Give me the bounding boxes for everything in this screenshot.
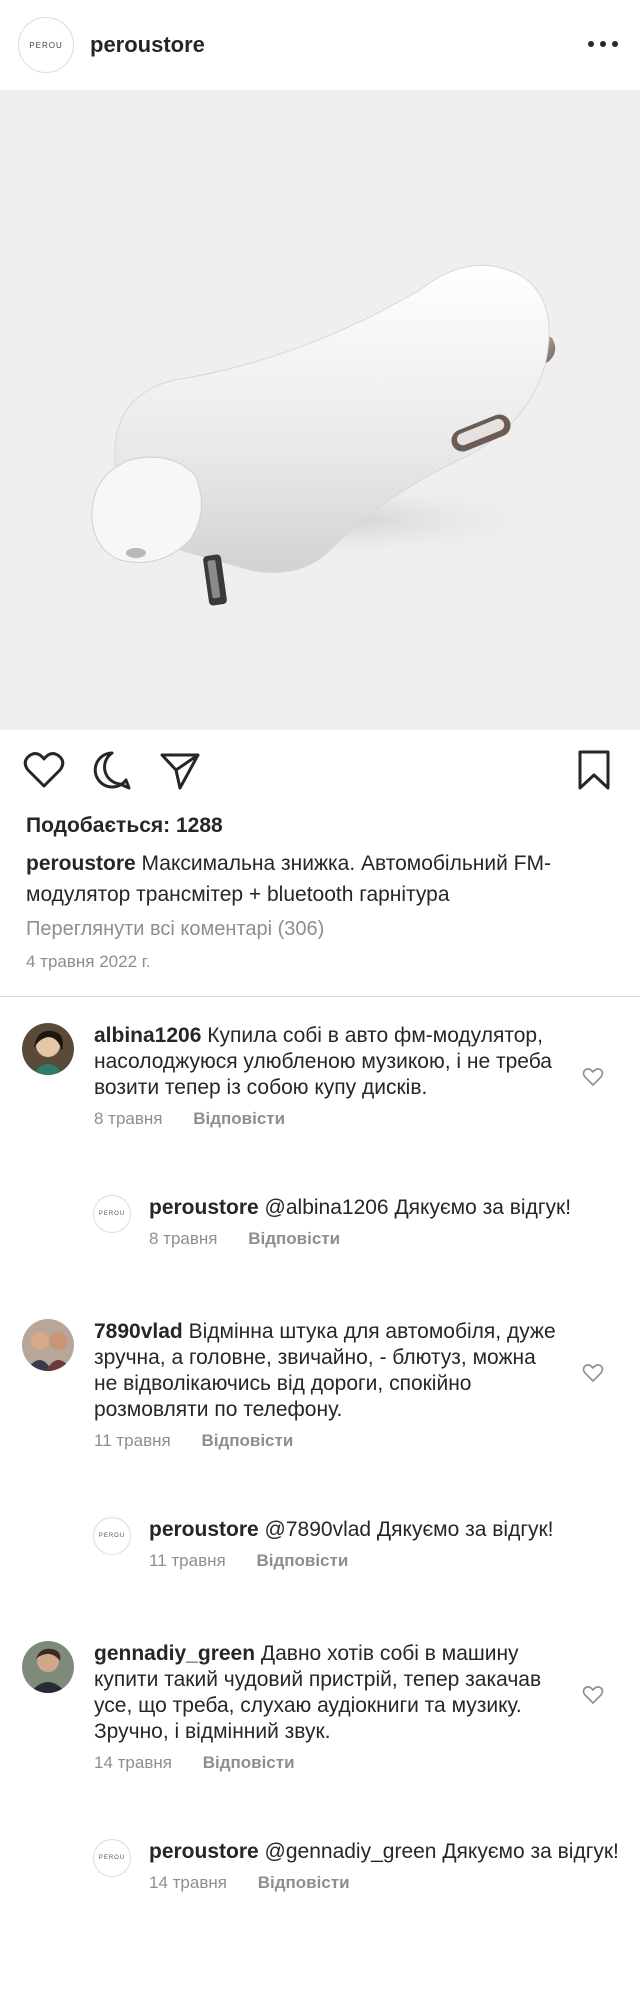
comment-text: gennadiy_green Давно хотів собі в машину… xyxy=(94,1641,564,1745)
avatar[interactable]: PEROU xyxy=(93,1839,131,1877)
comment-date: 14 травня xyxy=(94,1753,172,1772)
profile-avatar[interactable]: PEROU xyxy=(18,17,74,73)
comment-meta: 11 травня Відповісти xyxy=(94,1431,564,1451)
reply-item: PEROU peroustore @gennadiy_green Дякуємо… xyxy=(93,1839,640,1893)
likes-count[interactable]: Подобається: 1288 xyxy=(26,812,614,840)
comment-username[interactable]: 7890vlad xyxy=(94,1320,183,1343)
reply-button[interactable]: Відповісти xyxy=(248,1229,340,1248)
reply-button[interactable]: Відповісти xyxy=(193,1109,285,1128)
comment-text: 7890vlad Відмінна штука для автомобіля, … xyxy=(94,1319,564,1423)
comment-meta: 8 травня Відповісти xyxy=(94,1109,564,1129)
view-all-comments-link[interactable]: Переглянути всі коментарі (306) xyxy=(26,914,614,944)
reply-button[interactable]: Відповісти xyxy=(258,1873,350,1892)
comment-text: peroustore @7890vlad Дякуємо за відгук! xyxy=(149,1517,619,1543)
more-options-icon[interactable] xyxy=(588,34,618,54)
comment-item: 7890vlad Відмінна штука для автомобіля, … xyxy=(22,1319,640,1451)
avatar[interactable] xyxy=(22,1319,74,1371)
post-date: 4 травня 2022 г. xyxy=(26,952,151,971)
profile-username[interactable]: peroustore xyxy=(90,32,205,58)
comment-body: @gennadiy_green Дякуємо за відгук! xyxy=(264,1840,619,1863)
comment-meta: 8 травня Відповісти xyxy=(149,1229,619,1249)
comment-meta: 14 травня Відповісти xyxy=(149,1873,619,1893)
avatar[interactable] xyxy=(22,1641,74,1693)
comment-text: peroustore @gennadiy_green Дякуємо за ві… xyxy=(149,1839,619,1865)
bookmark-icon[interactable] xyxy=(572,748,616,792)
avatar[interactable] xyxy=(22,1023,74,1075)
comment-item: albina1206 Купила собі в авто фм-модулят… xyxy=(22,1023,640,1129)
avatar[interactable]: PEROU xyxy=(93,1195,131,1233)
post-caption: peroustore Максимальна знижка. Автомобіл… xyxy=(26,848,614,910)
reply-item: PEROU peroustore @7890vlad Дякуємо за ві… xyxy=(93,1517,640,1571)
post-actions xyxy=(0,730,640,812)
post-header: PEROU peroustore xyxy=(0,0,640,90)
avatar[interactable]: PEROU xyxy=(93,1517,131,1555)
comment-body: @albina1206 Дякуємо за відгук! xyxy=(264,1196,572,1219)
comment-username[interactable]: peroustore xyxy=(149,1518,259,1541)
comment-date: 11 травня xyxy=(94,1431,171,1450)
comment-text: peroustore @albina1206 Дякуємо за відгук… xyxy=(149,1195,619,1221)
comment-username[interactable]: peroustore xyxy=(149,1196,259,1219)
like-comment-icon[interactable] xyxy=(582,1685,604,1705)
comment-date: 8 травня xyxy=(94,1109,163,1128)
comments-list: albina1206 Купила собі в авто фм-модулят… xyxy=(0,997,640,1893)
heart-icon[interactable] xyxy=(22,748,66,792)
avatar-logo-text: PEROU xyxy=(29,40,63,50)
comment-body: @7890vlad Дякуємо за відгук! xyxy=(264,1518,554,1541)
reply-button[interactable]: Відповісти xyxy=(256,1551,348,1570)
reply-item: PEROU peroustore @albina1206 Дякуємо за … xyxy=(93,1195,640,1249)
like-comment-icon[interactable] xyxy=(582,1067,604,1087)
comment-date: 11 травня xyxy=(149,1551,226,1570)
product-image-car-charger xyxy=(90,264,570,606)
post-photo[interactable] xyxy=(0,90,640,730)
comment-date: 14 травня xyxy=(149,1873,227,1892)
reply-button[interactable]: Відповісти xyxy=(203,1753,295,1772)
comment-username[interactable]: peroustore xyxy=(149,1840,259,1863)
comment-text: albina1206 Купила собі в авто фм-модулят… xyxy=(94,1023,564,1101)
comment-meta: 11 травня Відповісти xyxy=(149,1551,619,1571)
reply-button[interactable]: Відповісти xyxy=(201,1431,293,1450)
comment-username[interactable]: albina1206 xyxy=(94,1024,201,1047)
comment-item: gennadiy_green Давно хотів собі в машину… xyxy=(22,1641,640,1773)
comment-date: 8 травня xyxy=(149,1229,218,1248)
comment-icon[interactable] xyxy=(90,748,134,792)
send-icon[interactable] xyxy=(158,748,202,792)
comment-meta: 14 травня Відповісти xyxy=(94,1753,564,1773)
like-comment-icon[interactable] xyxy=(582,1363,604,1383)
post-meta: Подобається: 1288 peroustore Максимальна… xyxy=(0,812,640,974)
caption-username[interactable]: peroustore xyxy=(26,852,136,875)
comment-username[interactable]: gennadiy_green xyxy=(94,1642,255,1665)
